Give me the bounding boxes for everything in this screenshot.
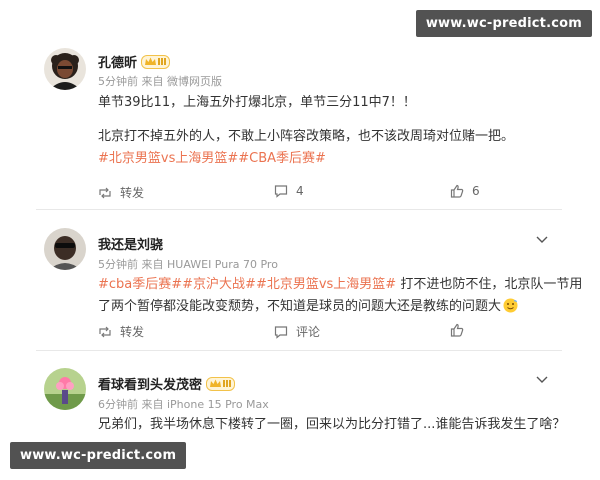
username[interactable]: 我还是刘骁 — [98, 234, 163, 253]
watermark-top: www.wc-predict.com — [415, 10, 592, 37]
crown-icon — [145, 57, 157, 65]
emoji-icon — [503, 298, 518, 321]
post-line-1: #cba季后赛##京沪大战##北京男篮vs上海男篮# 打不进也防不住，北京队一节… — [98, 274, 582, 296]
action-bar: 转发 评论 — [98, 323, 538, 341]
comment-button[interactable]: 评论 — [274, 323, 320, 340]
post-meta: 5分钟前 来自 微博网页版 — [98, 75, 222, 88]
hashtag[interactable]: #cba季后赛# — [98, 277, 182, 292]
post-line-2: 了两个暂停都没能改变颓势，不知道是球员的问题大还是教练的问题大 — [98, 296, 554, 321]
avatar[interactable] — [44, 368, 86, 410]
chevron-down-icon[interactable] — [536, 376, 548, 384]
repost-label: 转发 — [120, 325, 145, 339]
thumbs-up-icon — [450, 323, 464, 337]
comment-card: 我还是刘骁 5分钟前 来自 HUAWEI Pura 70 Pro #cba季后赛… — [36, 218, 582, 348]
hashtag[interactable]: #北京男篮vs上海男篮# — [98, 151, 238, 166]
username[interactable]: 孔德昕 — [98, 52, 171, 71]
repost-button[interactable]: 转发 — [98, 184, 144, 201]
comment-icon — [274, 325, 288, 339]
like-count: 6 — [472, 184, 480, 198]
username-text[interactable]: 我还是刘骁 — [98, 234, 163, 253]
post-text: #cba季后赛##京沪大战##北京男篮vs上海男篮# 打不进也防不住，北京队一节… — [98, 274, 582, 321]
action-bar: 转发 4 6 — [98, 184, 538, 202]
post-text: 兄弟们，我半场休息下楼转了一圈，回来以为比分打错了...谁能告诉我发生了啥？ — [98, 417, 566, 432]
avatar[interactable] — [44, 48, 86, 90]
comment-label: 评论 — [296, 325, 321, 339]
divider — [36, 350, 562, 351]
comment-card: 孔德昕 5分钟前 来自 微博网页版 单节39比11，上海五外打爆北京，单节三分1… — [36, 40, 562, 210]
thumbs-up-icon — [450, 184, 464, 198]
like-button[interactable] — [450, 323, 464, 337]
vip-badge — [206, 376, 236, 391]
comment-button[interactable]: 4 — [274, 184, 304, 198]
hashtag[interactable]: #CBA季后赛# — [238, 151, 326, 166]
hashtag[interactable]: #北京男篮vs上海男篮# — [256, 277, 396, 292]
username-text[interactable]: 看球看到头发茂密 — [98, 374, 202, 393]
divider — [36, 209, 562, 210]
username-text[interactable]: 孔德昕 — [98, 52, 137, 71]
post-meta: 5分钟前 来自 HUAWEI Pura 70 Pro — [98, 258, 278, 271]
repost-button[interactable]: 转发 — [98, 323, 144, 340]
post-text-segment: 了两个暂停都没能改变颓势，不知道是球员的问题大还是教练的问题大 — [98, 299, 502, 314]
post-tags: #北京男篮vs上海男篮##CBA季后赛# — [98, 148, 554, 170]
chevron-down-icon[interactable] — [536, 236, 548, 244]
post-text-segment: 打不进也防不住，北京队一节用 — [396, 277, 583, 292]
post-line-1: 单节39比11，上海五外打爆北京，单节三分11中7！！ — [98, 95, 416, 110]
crown-icon — [210, 379, 222, 387]
avatar[interactable] — [44, 228, 86, 270]
post-line-2: 北京打不掉五外的人，不敢上小阵容改策略，也不该改周琦对位赌一把。 — [98, 129, 515, 144]
comment-icon — [274, 185, 288, 198]
level-bars-icon — [158, 58, 167, 65]
hashtag[interactable]: #京沪大战# — [182, 277, 256, 292]
level-bars-icon — [223, 380, 232, 387]
repost-icon — [99, 326, 111, 337]
post-text: 单节39比11，上海五外打爆北京，单节三分11中7！！ 北京打不掉五外的人，不敢… — [98, 92, 554, 170]
comment-count: 4 — [296, 184, 304, 198]
post-meta: 6分钟前 来自 iPhone 15 Pro Max — [98, 398, 269, 411]
watermark-bottom: www.wc-predict.com — [10, 442, 187, 469]
repost-icon — [99, 187, 111, 198]
vip-badge — [141, 54, 171, 69]
repost-label: 转发 — [120, 186, 145, 200]
username[interactable]: 看球看到头发茂密 — [98, 374, 236, 393]
like-button[interactable]: 6 — [450, 184, 480, 198]
